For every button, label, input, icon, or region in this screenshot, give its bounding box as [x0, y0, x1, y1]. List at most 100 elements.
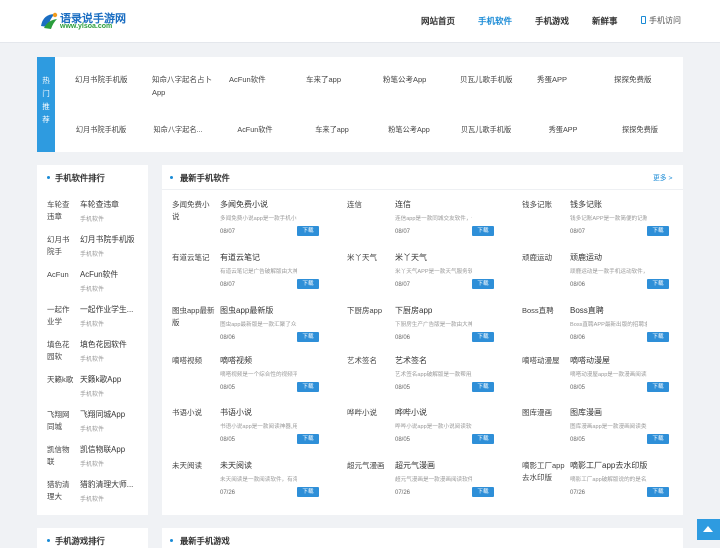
app-name[interactable]: 书语小说: [220, 407, 252, 418]
download-button[interactable]: 下载: [647, 382, 669, 392]
download-button[interactable]: 下载: [472, 382, 494, 392]
app-image[interactable]: AcFun软件: [229, 73, 293, 115]
hot-item-name[interactable]: 粉笔公考App: [377, 125, 441, 135]
hot-item[interactable]: 知命八字起名占卜App 知命八字起名...: [152, 73, 216, 147]
hot-item[interactable]: 幻月书院手机版 幻月书院手机版: [75, 73, 139, 147]
app-card[interactable]: 未天阅读 未天阅读 未天阅读是一款阅读软件，有海量 07/26 下载: [172, 460, 337, 508]
app-card[interactable]: 图虫app最新版图虫app最新版图虫app最新版是一款汇聚了众多摄影 08/06 下…: [172, 305, 337, 353]
app-image[interactable]: 幻月书院手: [47, 234, 75, 262]
download-button[interactable]: 下载: [472, 279, 494, 289]
app-image[interactable]: 天籁k歌: [47, 374, 75, 402]
nav-software[interactable]: 手机软件: [478, 0, 512, 43]
app-name[interactable]: 艺术签名: [395, 355, 427, 366]
app-image[interactable]: 艺术签名: [347, 355, 391, 395]
more-link[interactable]: 更多 >: [653, 172, 672, 182]
download-button[interactable]: 下载: [297, 332, 319, 342]
hot-item[interactable]: AcFun软件 AcFun软件: [229, 73, 293, 147]
app-image[interactable]: 飞翔网同城: [47, 409, 75, 437]
app-image[interactable]: 猎豹清理大: [47, 479, 75, 507]
download-button[interactable]: 下载: [472, 434, 494, 444]
app-card[interactable]: 下厨房app 下厨房app 下厨房生产广告版是一款由大神(同)子 08/06 下载: [347, 305, 512, 353]
download-button[interactable]: 下载: [647, 332, 669, 342]
hot-item[interactable]: 车来了app 车来了app: [306, 73, 370, 147]
download-button[interactable]: 下载: [297, 487, 319, 497]
hot-item[interactable]: 贝瓦儿歌手机版 贝瓦儿歌手机版: [460, 73, 524, 147]
download-button[interactable]: 下载: [647, 226, 669, 236]
rank-item-name[interactable]: 幻月书院手机版: [80, 234, 135, 245]
hot-item-name[interactable]: 贝瓦儿歌手机版: [454, 125, 518, 135]
app-image[interactable]: 粉笔公考App: [383, 73, 447, 115]
hot-item[interactable]: 探探免费版 探探免费版: [614, 73, 678, 147]
app-image[interactable]: AcFun: [47, 269, 75, 297]
download-button[interactable]: 下载: [647, 487, 669, 497]
hot-item[interactable]: 秀蛋APP 秀蛋APP: [537, 73, 601, 147]
app-image[interactable]: 嘀嗒动漫屋: [522, 355, 566, 395]
app-image[interactable]: 秀蛋APP: [537, 73, 601, 115]
download-button[interactable]: 下载: [297, 279, 319, 289]
app-card[interactable]: 顽鹿运动顽鹿运动顽鹿运动是一款手机运动软件，软件 08/06 下载: [522, 252, 687, 300]
app-card[interactable]: 连信连信连信app是一款同城交友软件，你可以在这里 08/07 下载: [347, 199, 512, 247]
download-button[interactable]: 下载: [472, 226, 494, 236]
app-card[interactable]: 多闻免费小说多闻免费小说多闻免费小说app是一款手机小说阅读软件 08/07 下载: [172, 199, 337, 247]
download-button[interactable]: 下载: [297, 434, 319, 444]
rank-item-name[interactable]: 天籁k歌App: [80, 374, 121, 385]
app-image[interactable]: 图虫app最新版: [172, 305, 216, 345]
app-image[interactable]: 连信: [347, 199, 391, 239]
app-image[interactable]: 钱多记账: [522, 199, 566, 239]
app-name[interactable]: 顽鹿运动: [570, 252, 602, 263]
rank-item[interactable]: 幻月书院手 幻月书院手机版 手机软件: [47, 234, 147, 268]
app-image[interactable]: 有道云笔记: [172, 252, 216, 292]
download-button[interactable]: 下载: [647, 434, 669, 444]
app-image[interactable]: 贝瓦儿歌手机版: [460, 73, 524, 115]
app-image[interactable]: 顽鹿运动: [522, 252, 566, 292]
app-image[interactable]: 车轮查违章: [47, 199, 75, 227]
app-image[interactable]: 知命八字起名占卜App: [152, 73, 216, 115]
hot-item-name[interactable]: 探探免费版: [608, 125, 672, 135]
app-name[interactable]: 多闻免费小说: [220, 199, 268, 210]
app-card[interactable]: 嘀影工厂app去水印版嘀影工厂app去水印版嘀影工厂app破解版说的的是名片片 0…: [522, 460, 687, 508]
rank-item[interactable]: 天籁k歌 天籁k歌App 手机软件: [47, 374, 147, 408]
nav-games[interactable]: 手机游戏: [535, 0, 569, 43]
app-card[interactable]: 哗哔小说哗哔小说哗哔小说app是一款小说阅读软件，适 08/05 下载: [347, 407, 512, 455]
hot-item-name[interactable]: 秀蛋APP: [531, 125, 595, 135]
app-card[interactable]: Boss直聘 Boss直聘 Boss直聘APP最新出版的招聘求职 08/06 下载: [522, 305, 687, 353]
rank-item-name[interactable]: 猎豹清理大师...: [80, 479, 133, 490]
app-card[interactable]: 图库漫画图库漫画图库漫画app是一款漫画阅读类的软件 08/05 下载: [522, 407, 687, 455]
rank-item[interactable]: 一起作业学 一起作业学生... 手机软件: [47, 304, 147, 338]
rank-item-name[interactable]: 凯信物联App: [80, 444, 125, 455]
app-name[interactable]: 哗哔小说: [395, 407, 427, 418]
app-card[interactable]: 超元气漫画 超元气漫画 超元气漫画是一款漫画阅读软件 07/26 下载: [347, 460, 512, 508]
app-name[interactable]: 图库漫画: [570, 407, 602, 418]
app-name[interactable]: 未天阅读: [220, 460, 252, 471]
app-image[interactable]: Boss直聘: [522, 305, 566, 345]
app-image[interactable]: 幻月书院手机版: [75, 73, 139, 115]
rank-item[interactable]: 车轮查违章 车轮查违章 手机软件: [47, 199, 147, 233]
rank-item-name[interactable]: 一起作业学生...: [80, 304, 133, 315]
app-name[interactable]: 有道云笔记: [220, 252, 260, 263]
rank-item-name[interactable]: 车轮查违章: [80, 199, 119, 210]
app-image[interactable]: 下厨房app: [347, 305, 391, 345]
download-button[interactable]: 下载: [297, 382, 319, 392]
app-name[interactable]: 嘀影工厂app去水印版: [570, 460, 647, 471]
rank-item-name[interactable]: 填色花园软件: [80, 339, 127, 350]
download-button[interactable]: 下载: [472, 487, 494, 497]
app-name[interactable]: 米丫天气: [395, 252, 427, 263]
hot-item-name[interactable]: 知命八字起名...: [146, 125, 210, 135]
nav-home[interactable]: 网站首页: [421, 0, 455, 43]
rank-item-name[interactable]: 飞翔同城App: [80, 409, 125, 420]
rank-item[interactable]: AcFun AcFun软件 手机软件: [47, 269, 147, 303]
hot-item[interactable]: 粉笔公考App 粉笔公考App: [383, 73, 447, 147]
hot-item-name[interactable]: 车来了app: [300, 125, 364, 135]
app-image[interactable]: 一起作业学: [47, 304, 75, 332]
app-image[interactable]: 嘀嗒视频: [172, 355, 216, 395]
rank-item[interactable]: 填色花园软 填色花园软件 手机软件: [47, 339, 147, 373]
app-image[interactable]: 米丫天气: [347, 252, 391, 292]
app-image[interactable]: 填色花园软: [47, 339, 75, 367]
mobile-visit-link[interactable]: 手机访问: [641, 0, 681, 43]
app-card[interactable]: 钱多记账钱多记账钱多记账APP是一款简便的记账软件 08/07 下载: [522, 199, 687, 247]
app-card[interactable]: 嘀嗒视频 嘀嗒视频 嘀嗒视频是一个综合性的视频平台 08/05 下载: [172, 355, 337, 403]
app-card[interactable]: 书语小说 书语小说 书语小说app是一款阅读神器,用户 08/05 下载: [172, 407, 337, 455]
app-image[interactable]: 哗哔小说: [347, 407, 391, 447]
app-name[interactable]: Boss直聘: [570, 305, 604, 316]
app-image[interactable]: 多闻免费小说: [172, 199, 216, 239]
